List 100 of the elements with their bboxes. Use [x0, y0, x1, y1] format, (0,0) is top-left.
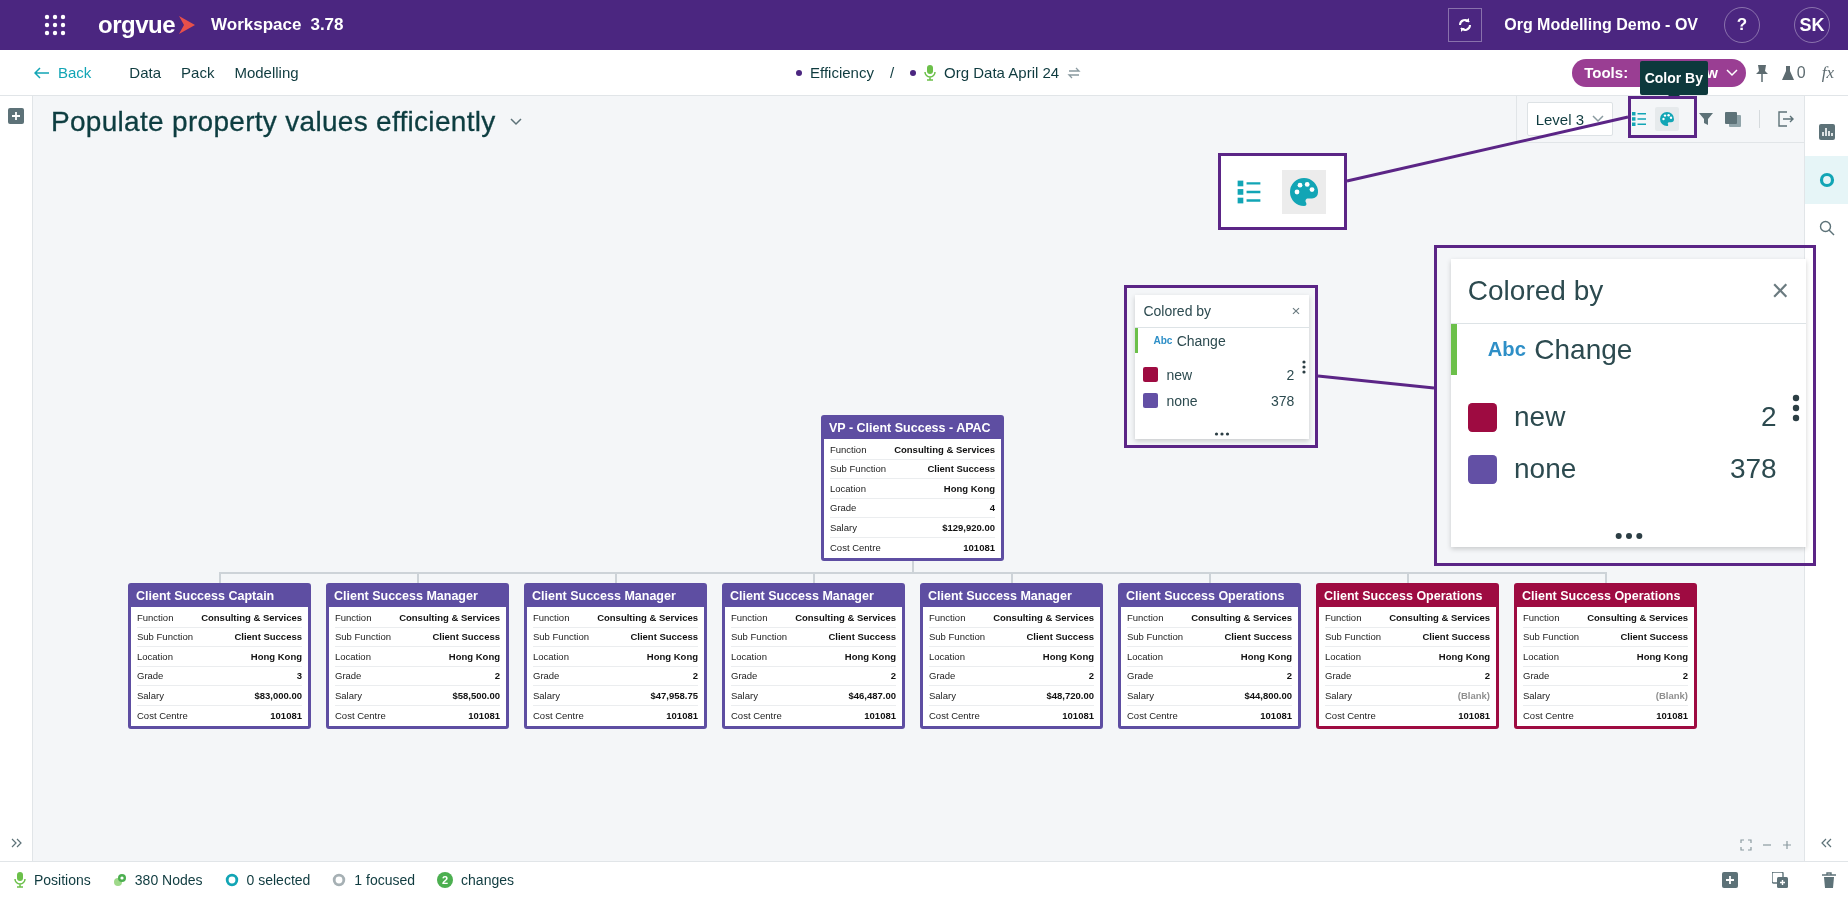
org-card[interactable]: Client Success Operations Function Consulting & Services Sub Function Client Success Location Hong Kong Grade 2 Salary (Blank) Cost Centre 101081 [1514, 583, 1697, 729]
more-options-icon[interactable] [1792, 394, 1801, 423]
field-value: 2 [494, 670, 500, 682]
field-label: Cost Centre [533, 709, 584, 721]
field-label: Grade [1325, 670, 1352, 682]
field-label: Cost Centre [830, 541, 881, 553]
flask-count: 0 [1796, 63, 1806, 82]
card-title: Client Success Operations [1323, 588, 1484, 605]
field-value: Hong Kong [943, 482, 995, 494]
card-title: Client Success Manager [927, 588, 1073, 605]
list-icon[interactable] [1236, 178, 1262, 205]
more-icon[interactable] [1214, 431, 1230, 436]
card-title: VP - Client Success - APAC [828, 420, 992, 437]
field-value: Consulting & Services [1389, 611, 1490, 623]
card-title: Client Success Manager [333, 588, 479, 605]
duplicate-icon[interactable] [1772, 871, 1788, 888]
search-icon [1818, 220, 1835, 236]
field-value: Hong Kong [1042, 650, 1094, 662]
field-label: Sub Function [929, 631, 985, 643]
nav-link[interactable]: Modelling [234, 64, 299, 81]
breadcrumb-link[interactable]: Org Data April 24 [944, 64, 1060, 81]
caret-down-icon [1592, 115, 1604, 123]
bar-chart-icon [1818, 124, 1835, 140]
add-node-icon[interactable] [1722, 871, 1738, 888]
level-dropdown[interactable]: Level 3 [1526, 102, 1613, 136]
expand-icon[interactable] [9, 837, 23, 849]
sync-icon [1067, 65, 1082, 80]
refresh-button[interactable] [1448, 8, 1483, 42]
field-label: Grade [929, 670, 956, 682]
more-options-icon[interactable] [1302, 359, 1307, 374]
legend-title: Colored by [1143, 303, 1212, 320]
field-value: $129,920.00 [942, 521, 995, 533]
selected-ring-icon[interactable] [224, 872, 239, 887]
field-value: 2 [1088, 670, 1094, 682]
grid-menu-icon[interactable] [44, 14, 66, 36]
flask-icon [1780, 64, 1795, 81]
field-value: Client Success [1224, 631, 1292, 643]
org-card[interactable]: Client Success Captain Function Consulting & Services Sub Function Client Success Location Hong Kong Grade 3 Salary $83,000.00 Cost Centre 101081 [128, 583, 311, 729]
project-name[interactable]: Org Modelling Demo - OV [1504, 16, 1698, 34]
legend-count: 2 [1286, 366, 1295, 383]
palette-icon[interactable] [1659, 111, 1675, 127]
field-value: Consulting & Services [894, 443, 995, 455]
field-value: Consulting & Services [201, 611, 302, 623]
add-icon[interactable] [8, 108, 24, 124]
org-card[interactable]: Client Success Manager Function Consulting & Services Sub Function Client Success Location Hong Kong Grade 2 Salary $47,958.75 Cost Centre 101081 [524, 583, 707, 729]
highlight-frame [1628, 96, 1697, 138]
legend-label: none [1166, 392, 1199, 409]
collapse-icon[interactable] [1820, 837, 1833, 849]
layers-icon[interactable] [1725, 111, 1741, 127]
field-value: Consulting & Services [597, 611, 698, 623]
field-value: $83,000.00 [254, 689, 302, 701]
ring-icon [1818, 172, 1835, 188]
trash-icon[interactable] [1822, 871, 1836, 888]
field-value: Client Success [927, 463, 995, 475]
org-card[interactable]: Client Success Manager Function Consulting & Services Sub Function Client Success Location Hong Kong Grade 2 Salary $48,720.00 Cost Centre 101081 [920, 583, 1103, 729]
org-card[interactable]: VP - Client Success - APAC Function Consulting & Services Sub Function Client Success Location Hong Kong Grade 4 Salary $129,920.00 Cost Centre 101081 [821, 415, 1004, 561]
field-value: 101081 [963, 541, 995, 553]
filter-icon[interactable] [1699, 112, 1713, 126]
breadcrumb-link[interactable]: Efficiency [810, 64, 874, 81]
org-card[interactable]: Client Success Operations Function Consulting & Services Sub Function Client Success Location Hong Kong Grade 2 Salary $44,800.00 Cost Centre 101081 [1118, 583, 1301, 729]
field-value: 2 [890, 670, 896, 682]
field-value: Hong Kong [1438, 650, 1490, 662]
field-value: Client Success [432, 631, 500, 643]
property-row[interactable]: Abc Change [1135, 328, 1309, 354]
arrow-left-icon [34, 66, 50, 79]
list-icon[interactable] [1631, 111, 1647, 127]
property-row[interactable]: Abc Change [1451, 324, 1806, 375]
org-card[interactable]: Client Success Operations Function Consulting & Services Sub Function Client Success Location Hong Kong Grade 2 Salary (Blank) Cost Centre 101081 [1316, 583, 1499, 729]
field-label: Salary [1523, 689, 1550, 701]
close-button[interactable]: × [1291, 302, 1301, 321]
pin-icon [1754, 63, 1769, 82]
field-label: Cost Centre [137, 709, 188, 721]
field-value: 3 [296, 670, 302, 682]
field-label: Location [533, 650, 569, 662]
org-card[interactable]: Client Success Manager Function Consulting & Services Sub Function Client Success Location Hong Kong Grade 2 Salary $46,487.00 Cost Centre 101081 [722, 583, 905, 729]
field-value: Client Success [828, 631, 896, 643]
field-label: Location [1127, 650, 1163, 662]
legend-title: Colored by [1467, 275, 1604, 308]
field-label: Function [533, 611, 570, 623]
field-value: 2 [1286, 670, 1292, 682]
legend-count: 2 [1761, 401, 1777, 434]
org-card[interactable]: Client Success Manager Function Consulting & Services Sub Function Client Success Location Hong Kong Grade 2 Salary $58,500.00 Cost Centre 101081 [326, 583, 509, 729]
property-name: Change [1176, 332, 1226, 349]
export-icon[interactable] [1778, 111, 1794, 127]
field-value: 101081 [468, 709, 500, 721]
nav-link[interactable]: Pack [181, 64, 215, 81]
field-label: Function [929, 611, 966, 623]
formula-button[interactable]: fx [1821, 62, 1834, 83]
positions-icon [14, 871, 26, 888]
nav-link[interactable]: Data [129, 64, 162, 81]
field-label: Cost Centre [731, 709, 782, 721]
field-label: Sub Function [1127, 631, 1183, 643]
more-icon[interactable] [1613, 532, 1644, 540]
count-badge: 2 [437, 871, 454, 888]
field-value: 101081 [1458, 709, 1490, 721]
legend-count: 378 [1729, 453, 1777, 486]
logo-icon [177, 14, 197, 36]
palette-icon[interactable] [1288, 175, 1320, 208]
breadcrumb-separator: / [889, 64, 895, 81]
close-button[interactable]: × [1771, 273, 1790, 310]
